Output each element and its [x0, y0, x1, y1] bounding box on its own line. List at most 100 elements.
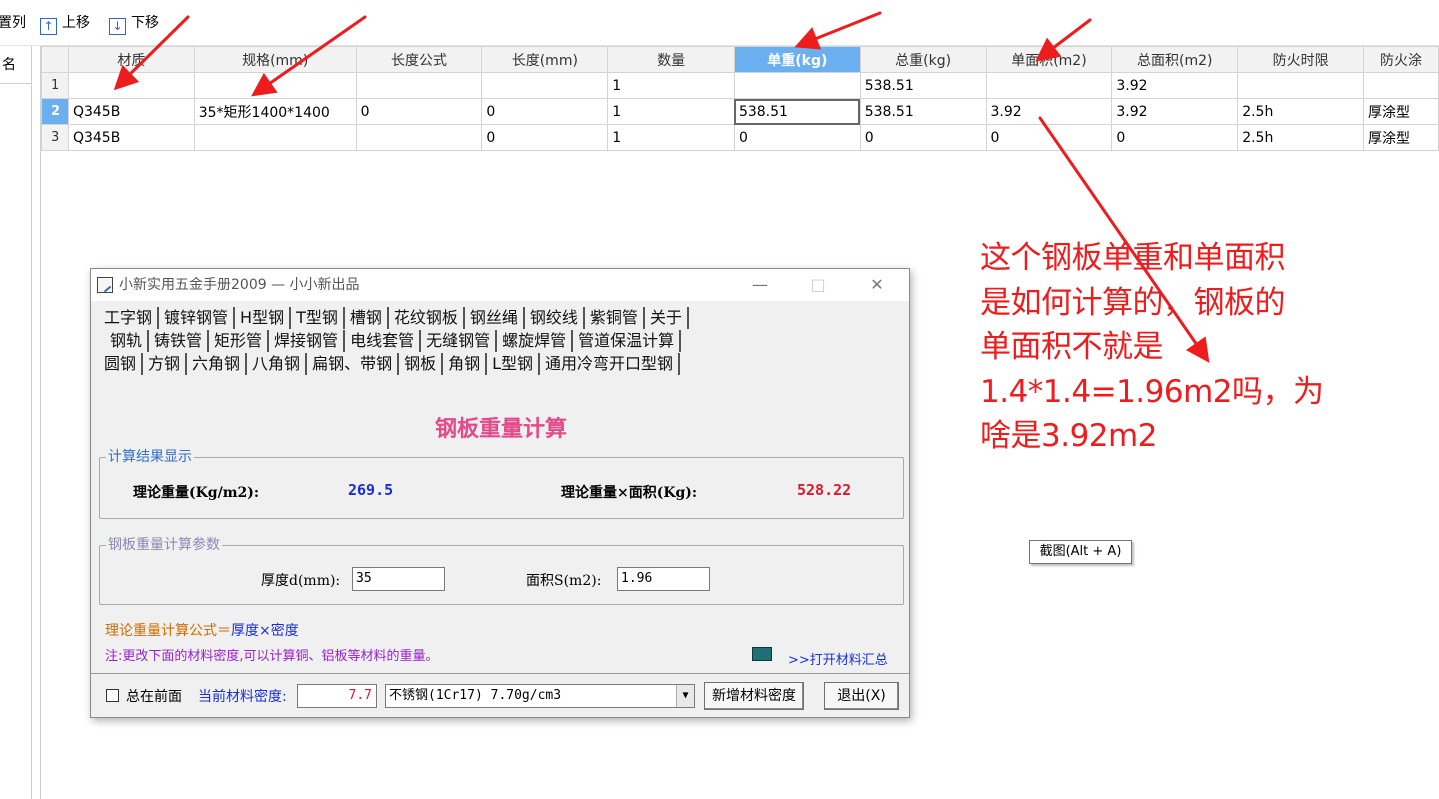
cell-length[interactable]: 0 [481, 124, 609, 151]
calculator-icon[interactable] [752, 647, 772, 661]
cell-total-area[interactable]: 3.92 [1111, 72, 1239, 99]
col-header-material[interactable]: 材质 [67, 46, 195, 73]
cell-material[interactable]: Q345B [67, 98, 195, 125]
cell-length[interactable]: 0 [481, 98, 609, 125]
tab-copper-pipe[interactable]: 紫铜管 [585, 307, 645, 329]
cell-length-formula[interactable] [355, 124, 483, 151]
tab-h-beam[interactable]: H型钢 [235, 307, 292, 329]
move-up-button[interactable]: ↑ 上移 [40, 13, 90, 35]
tab-row-2: 钢轨 铸铁管 矩形管 焊接钢管 电线套管 无缝钢管 螺旋焊管 管道保温计算 [105, 330, 682, 352]
cell-total-area[interactable]: 3.92 [1111, 98, 1239, 125]
cell-unit-area[interactable]: 3.92 [985, 98, 1113, 125]
row-number[interactable]: 3 [41, 124, 69, 151]
thickness-input[interactable]: 35 [352, 567, 445, 591]
cell-fire-time[interactable] [1237, 72, 1364, 99]
cell-spec[interactable] [193, 124, 357, 151]
tab-flat-bar[interactable]: 扁钢、带钢 [307, 353, 400, 375]
cell-unit-area[interactable]: 0 [985, 124, 1113, 151]
formula-value: 厚度×密度 [231, 623, 299, 639]
tab-cold-formed[interactable]: 通用冷弯开口型钢 [540, 353, 681, 375]
tab-about[interactable]: 关于 [645, 307, 689, 329]
tab-steel-plate[interactable]: 钢板 [399, 353, 442, 375]
tab-conduit[interactable]: 电线套管 [345, 330, 422, 352]
dialog-titlebar[interactable]: 小新实用五金手册2009 — 小小新出品 — □ ✕ [91, 269, 909, 301]
open-summary-link[interactable]: >>打开材料汇总 [788, 649, 888, 668]
corner-cell[interactable] [41, 46, 69, 73]
col-header-length-formula[interactable]: 长度公式 [355, 46, 483, 73]
tab-galvanized-pipe[interactable]: 镀锌钢管 [159, 307, 236, 329]
tab-round-bar[interactable]: 圆钢 [99, 353, 144, 375]
move-down-button[interactable]: ↓ 下移 [109, 13, 159, 35]
cell-length-formula[interactable]: 0 [355, 98, 483, 125]
minimize-button[interactable]: — [737, 269, 783, 301]
area-input[interactable]: 1.96 [617, 567, 710, 591]
cell-length-formula[interactable] [355, 72, 483, 99]
cell-fire-time[interactable]: 2.5h [1237, 124, 1364, 151]
col-header-fire-coating[interactable]: 防火涂 [1362, 46, 1439, 73]
cell-quantity[interactable]: 1 [607, 98, 735, 125]
tab-angle[interactable]: 角钢 [441, 353, 488, 375]
cell-material[interactable]: Q345B [67, 124, 195, 151]
tab-rail[interactable]: 钢轨 [105, 330, 150, 352]
cell-unit-weight[interactable]: 538.51 [733, 98, 861, 125]
tab-hex-bar[interactable]: 六角钢 [187, 353, 248, 375]
cell-length[interactable] [481, 72, 609, 99]
tab-l-beam[interactable]: L型钢 [487, 353, 541, 375]
col-header-unit-weight[interactable]: 单重(kg) [733, 46, 861, 73]
maximize-button[interactable]: □ [795, 269, 841, 301]
close-button[interactable]: ✕ [854, 269, 900, 301]
row-number[interactable]: 1 [41, 72, 69, 99]
dialog-bottom-bar: 总在前面 当前材料密度: 7.7 不锈钢(1Cr17) 7.70g/cm3 ▼ … [91, 673, 909, 717]
arrange-button[interactable]: 置列 [0, 13, 26, 33]
area-label: 面积S(m2): [526, 573, 602, 589]
cell-unit-area[interactable] [985, 72, 1113, 99]
cell-total-weight[interactable]: 538.51 [859, 72, 987, 99]
cell-quantity[interactable]: 1 [607, 124, 735, 151]
cell-fire-coating[interactable]: 厚涂型 [1362, 98, 1439, 125]
col-header-length[interactable]: 长度(mm) [481, 46, 609, 73]
cell-total-weight[interactable]: 0 [859, 124, 987, 151]
tab-wire-rope[interactable]: 钢丝绳 [465, 307, 525, 329]
steel-plate-panel: 钢板重量计算 计算结果显示 理论重量(Kg/m2): 269.5 理论重量×面积… [96, 375, 906, 671]
col-header-quantity[interactable]: 数量 [607, 46, 735, 73]
tab-spiral-pipe[interactable]: 螺旋焊管 [497, 330, 574, 352]
tab-cast-iron-pipe[interactable]: 铸铁管 [149, 330, 210, 352]
tab-i-beam[interactable]: 工字钢 [99, 307, 160, 329]
col-header-fire-time[interactable]: 防火时限 [1237, 46, 1364, 73]
cell-unit-weight[interactable] [733, 72, 861, 99]
table-row: 1 1 538.51 3.92 [41, 72, 1439, 99]
density-input[interactable]: 7.7 [297, 684, 377, 708]
cell-spec[interactable] [193, 72, 357, 99]
cell-fire-coating[interactable]: 厚涂型 [1362, 124, 1439, 151]
tab-octagon-bar[interactable]: 八角钢 [247, 353, 308, 375]
cell-spec[interactable]: 35*矩形1400*1400 [193, 98, 357, 125]
cell-total-area[interactable]: 0 [1111, 124, 1239, 151]
exit-button[interactable]: 退出(X) [824, 682, 899, 710]
tab-t-beam[interactable]: T型钢 [291, 307, 345, 329]
tab-checker-plate[interactable]: 花纹钢板 [389, 307, 465, 329]
chevron-down-icon[interactable]: ▼ [676, 685, 694, 707]
col-header-total-weight[interactable]: 总重(kg) [859, 46, 987, 73]
cell-unit-weight[interactable]: 0 [733, 124, 861, 151]
tab-channel[interactable]: 槽钢 [345, 307, 389, 329]
cell-material[interactable] [67, 72, 195, 99]
tab-square-bar[interactable]: 方钢 [143, 353, 188, 375]
left-pane: 名 [0, 46, 32, 799]
cell-fire-coating[interactable] [1362, 72, 1439, 99]
tab-seamless-pipe[interactable]: 无缝钢管 [421, 330, 498, 352]
tab-rect-pipe[interactable]: 矩形管 [209, 330, 270, 352]
col-header-total-area[interactable]: 总面积(m2) [1111, 46, 1239, 73]
cell-quantity[interactable]: 1 [607, 72, 735, 99]
tab-strand[interactable]: 钢绞线 [525, 307, 585, 329]
material-select[interactable]: 不锈钢(1Cr17) 7.70g/cm3 ▼ [385, 684, 695, 708]
thickness-label: 厚度d(mm): [261, 573, 341, 589]
tab-insulation[interactable]: 管道保温计算 [573, 330, 682, 352]
cell-total-weight[interactable]: 538.51 [859, 98, 987, 125]
col-header-unit-area[interactable]: 单面积(m2) [985, 46, 1113, 73]
add-density-button[interactable]: 新增材料密度 [704, 682, 804, 710]
always-on-top-checkbox[interactable] [106, 689, 119, 702]
cell-fire-time[interactable]: 2.5h [1237, 98, 1364, 125]
col-header-spec[interactable]: 规格(mm) [193, 46, 357, 73]
tab-welded-pipe[interactable]: 焊接钢管 [269, 330, 346, 352]
row-number[interactable]: 2 [41, 98, 69, 125]
